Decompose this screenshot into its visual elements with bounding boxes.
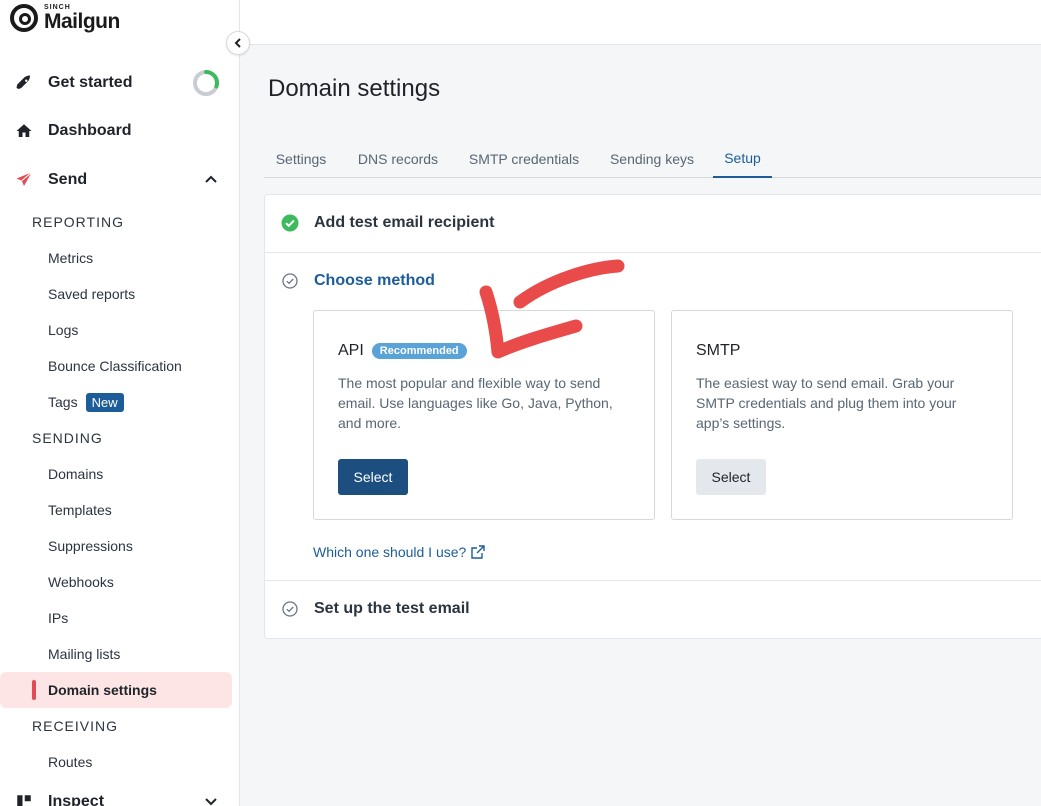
- api-card[interactable]: API Recommended The most popular and fle…: [313, 310, 655, 520]
- smtp-select-button[interactable]: Select: [696, 459, 766, 495]
- step-setup-test-email-title: Set up the test email: [314, 600, 470, 617]
- nav-webhooks[interactable]: Webhooks: [0, 564, 232, 600]
- step-choose-method[interactable]: Choose method: [265, 271, 1041, 291]
- nav-dashboard-label: Dashboard: [48, 122, 132, 139]
- new-badge: New: [85, 392, 124, 412]
- nav-send-label: Send: [48, 171, 88, 188]
- page-title: Domain settings: [268, 75, 441, 102]
- nav-suppressions[interactable]: Suppressions: [0, 528, 232, 564]
- check-circle-outline-icon: [282, 273, 298, 289]
- step-add-recipient[interactable]: Add test email recipient: [265, 213, 1041, 233]
- send-icon: [14, 170, 34, 190]
- nav-saved-reports[interactable]: Saved reports: [0, 276, 232, 312]
- nav-routes[interactable]: Routes: [0, 744, 232, 780]
- home-icon: [14, 121, 34, 141]
- nav-ips[interactable]: IPs: [0, 600, 232, 636]
- receiving-header: RECEIVING: [32, 718, 119, 734]
- nav-send[interactable]: Send: [0, 160, 239, 200]
- api-select-button[interactable]: Select: [338, 459, 408, 495]
- nav-tags[interactable]: Tags New: [0, 384, 232, 420]
- rocket-icon: [14, 73, 34, 93]
- step-setup-test-email[interactable]: Set up the test email: [265, 599, 1041, 619]
- tab-bar: Settings DNS records SMTP credentials Se…: [264, 140, 1041, 178]
- nav-logs[interactable]: Logs: [0, 312, 232, 348]
- nav-get-started-label: Get started: [48, 74, 133, 91]
- progress-ring: [193, 70, 219, 96]
- recommended-badge: Recommended: [371, 343, 467, 359]
- tab-settings[interactable]: Settings: [264, 140, 338, 178]
- inspect-icon: [14, 792, 34, 806]
- tab-dns-records[interactable]: DNS records: [346, 140, 450, 178]
- divider: [265, 252, 1041, 253]
- tab-smtp-credentials[interactable]: SMTP credentials: [458, 140, 590, 178]
- smtp-card[interactable]: SMTP The easiest way to send email. Grab…: [671, 310, 1013, 520]
- nav-inspect-label: Inspect: [48, 793, 105, 806]
- chevron-up-icon: [205, 175, 217, 183]
- external-link-icon: [471, 545, 486, 559]
- divider: [265, 580, 1041, 581]
- logo-name-text: Mailgun: [44, 10, 120, 33]
- nav-inspect[interactable]: Inspect: [0, 782, 239, 806]
- step-choose-method-title: Choose method: [314, 272, 435, 289]
- nav-get-started[interactable]: Get started: [0, 63, 239, 103]
- which-one-link-text: Which one should I use?: [313, 544, 467, 560]
- reporting-header: REPORTING: [32, 214, 124, 230]
- nav-metrics[interactable]: Metrics: [0, 240, 232, 276]
- collapse-sidebar-button[interactable]: [226, 31, 250, 55]
- smtp-card-description: The easiest way to send email. Grab your…: [696, 375, 957, 431]
- tab-sending-keys[interactable]: Sending keys: [600, 140, 704, 178]
- nav-bounce-classification[interactable]: Bounce Classification: [0, 348, 232, 384]
- at-logo-icon: [10, 4, 38, 32]
- mailgun-logo[interactable]: SINCH Mailgun: [10, 4, 120, 32]
- check-circle-icon: [281, 214, 299, 232]
- step-add-recipient-title: Add test email recipient: [314, 214, 495, 231]
- smtp-card-title: SMTP: [696, 342, 741, 359]
- api-card-title: API: [338, 342, 364, 359]
- tab-setup[interactable]: Setup: [713, 140, 772, 178]
- check-circle-outline-icon: [282, 601, 298, 617]
- top-bar: [240, 0, 1041, 45]
- sidebar: SINCH Mailgun Get started Dashboard Send…: [0, 0, 240, 806]
- nav-tags-label: Tags: [48, 394, 78, 410]
- nav-domains[interactable]: Domains: [0, 456, 232, 492]
- which-one-link[interactable]: Which one should I use?: [313, 544, 486, 560]
- nav-domain-settings[interactable]: Domain settings: [0, 672, 232, 708]
- chevron-left-icon: [234, 38, 241, 48]
- chevron-down-icon: [205, 798, 217, 806]
- nav-templates[interactable]: Templates: [0, 492, 232, 528]
- nav-dashboard[interactable]: Dashboard: [0, 111, 239, 151]
- api-card-description: The most popular and flexible way to sen…: [338, 375, 613, 431]
- nav-mailing-lists[interactable]: Mailing lists: [0, 636, 232, 672]
- sending-header: SENDING: [32, 430, 103, 446]
